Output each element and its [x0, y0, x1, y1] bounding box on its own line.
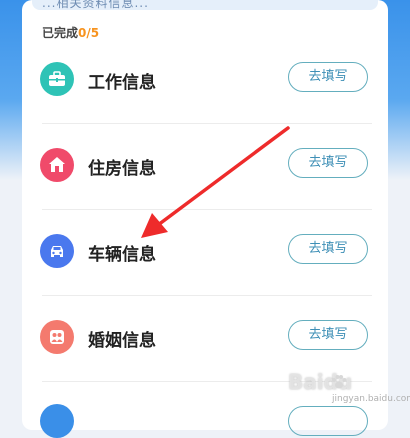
watermark-url: jingyan.baidu.com — [332, 394, 410, 404]
paw-icon — [332, 375, 347, 389]
baidu-watermark: Baidu jingyan.baidu.com — [270, 370, 410, 412]
annotation-arrow-icon — [141, 126, 290, 238]
